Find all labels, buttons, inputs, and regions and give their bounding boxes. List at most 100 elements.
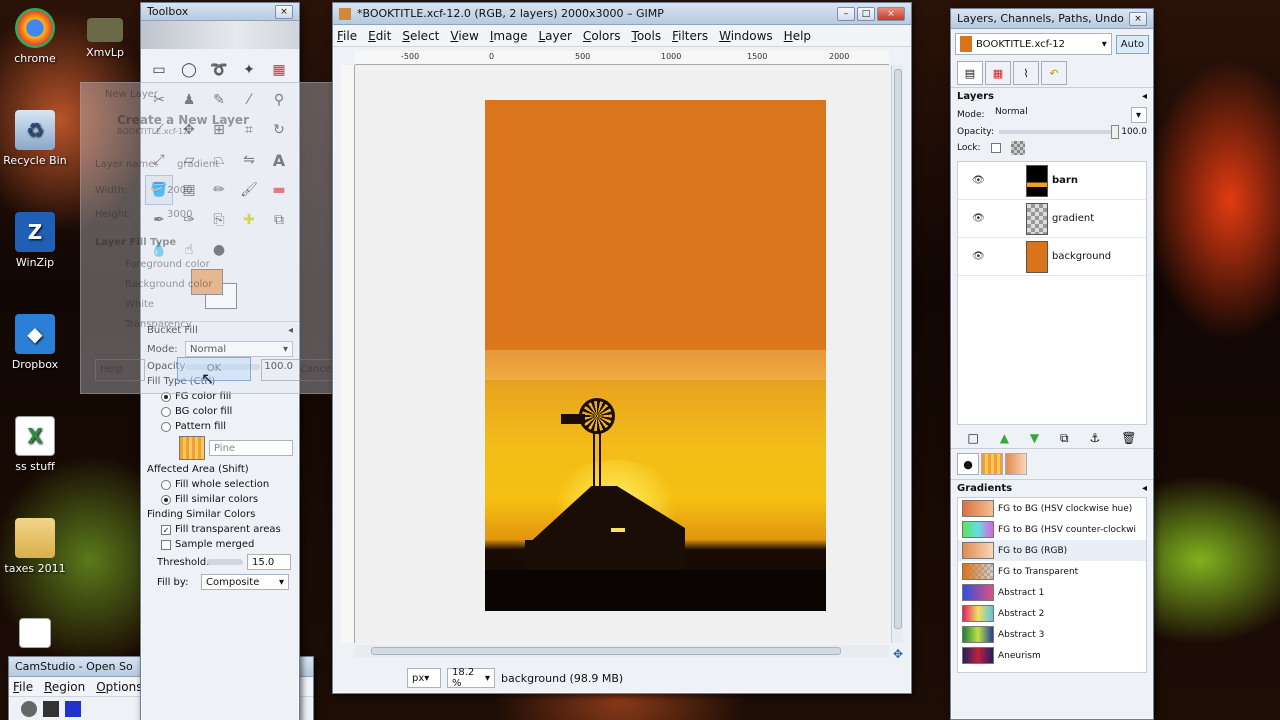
desktop-icon-dropbox[interactable]: ◆ Dropbox (0, 314, 70, 371)
layers-opacity-value[interactable]: 100.0 (1119, 127, 1147, 137)
checkbox-fill-transparent[interactable]: ✓ (161, 524, 171, 535)
option-transparency[interactable]: Transparency (125, 319, 192, 330)
channels-tab-icon[interactable]: ▦ (985, 61, 1011, 85)
menu-file[interactable]: File (337, 29, 357, 43)
pattern-name-field[interactable]: Pine (209, 440, 293, 456)
lock-pixels-checkbox[interactable] (991, 143, 1001, 153)
help-button[interactable]: Help (95, 359, 145, 381)
maximize-icon[interactable]: □ (857, 6, 875, 21)
camstudio-menu-region[interactable]: Region (44, 680, 85, 694)
new-layer-dialog[interactable]: New Layer Create a New Layer BOOKTITLE.x… (80, 82, 350, 394)
radio-bg-fill[interactable] (161, 406, 171, 417)
auto-button[interactable]: Auto (1115, 34, 1149, 54)
gradient-row[interactable]: FG to BG (HSV counter-clockwi (958, 519, 1146, 540)
pattern-fill-option[interactable]: Pattern fill (141, 419, 299, 434)
layers-mode-select[interactable]: Normal ▾ (995, 107, 1147, 123)
height-input[interactable]: 3000 (167, 209, 192, 220)
sample-merged-option[interactable]: Sample merged (141, 537, 299, 552)
panel-menu-icon[interactable]: ◂ (1142, 91, 1147, 102)
menu-view[interactable]: View (450, 29, 478, 43)
option-foreground[interactable]: Foreground color (125, 259, 210, 270)
image-window[interactable]: *BOOKTITLE.xcf-12.0 (RGB, 2 layers) 2000… (332, 2, 912, 694)
layer-row-background[interactable]: 👁 background (958, 238, 1146, 276)
lower-layer-icon[interactable]: ▼ (1030, 431, 1039, 446)
layer-name[interactable]: background (1052, 251, 1111, 262)
desktop-icon-xmvlp[interactable]: XmvLp (70, 18, 140, 59)
delete-layer-icon[interactable]: 🗑 (1121, 431, 1136, 446)
layer-name-input[interactable]: gradient (177, 159, 219, 170)
width-input[interactable]: 2000 (167, 185, 192, 196)
image-canvas[interactable] (485, 100, 826, 611)
gradient-tab-icon[interactable] (1005, 453, 1027, 475)
radio-pattern-fill[interactable] (161, 421, 171, 432)
ellipse-select-icon[interactable]: ◯ (175, 55, 203, 85)
menu-tools[interactable]: Tools (632, 29, 662, 43)
layers-list[interactable]: 👁 barn 👁 gradient 👁 background (957, 161, 1147, 425)
gradient-row[interactable]: FG to BG (HSV clockwise hue) (958, 498, 1146, 519)
desktop-icon-ss-stuff[interactable]: X ss stuff (0, 416, 70, 473)
raise-layer-icon[interactable]: ▲ (1000, 431, 1009, 446)
gradient-row[interactable]: Abstract 3 (958, 624, 1146, 645)
brush-tab-icon[interactable]: ● (957, 453, 979, 475)
panel-menu-icon[interactable]: ◂ (1142, 483, 1147, 494)
layers-window[interactable]: Layers, Channels, Paths, Undo - Br... × … (950, 8, 1154, 720)
bg-fill-option[interactable]: BG color fill (141, 404, 299, 419)
horizontal-scrollbar[interactable] (355, 645, 889, 657)
lasso-icon[interactable]: ➰ (205, 55, 233, 85)
record-icon[interactable] (21, 701, 37, 717)
gradients-list[interactable]: FG to BG (HSV clockwise hue) FG to BG (H… (957, 497, 1147, 673)
scroll-thumb[interactable] (371, 647, 841, 655)
menu-select[interactable]: Select (402, 29, 439, 43)
vertical-ruler[interactable] (341, 65, 355, 643)
layer-name[interactable]: barn (1052, 175, 1078, 186)
anchor-layer-icon[interactable]: ⚓ (1090, 431, 1101, 446)
threshold-input[interactable]: 15.0 (247, 554, 291, 570)
desktop-icon-document[interactable] (0, 618, 70, 652)
lock-alpha-icon[interactable] (1011, 141, 1025, 155)
gradient-row[interactable]: Abstract 1 (958, 582, 1146, 603)
fill-whole-option[interactable]: Fill whole selection (141, 477, 299, 492)
image-selector[interactable]: BOOKTITLE.xcf-12 ▾ (955, 33, 1112, 55)
fill-similar-option[interactable]: Fill similar colors (141, 492, 299, 507)
cancel-button[interactable]: Cancel (261, 359, 339, 381)
gradient-row[interactable]: FG to Transparent (958, 561, 1146, 582)
menu-help[interactable]: Help (784, 29, 811, 43)
pause-icon[interactable] (43, 701, 59, 717)
scroll-thumb[interactable] (894, 69, 902, 629)
pattern-tab-icon[interactable] (981, 453, 1003, 475)
desktop-icon-chrome[interactable]: chrome (0, 8, 70, 65)
layer-name[interactable]: gradient (1052, 213, 1094, 224)
undo-tab-icon[interactable]: ↶ (1041, 61, 1067, 85)
canvas-area[interactable] (355, 65, 889, 643)
layers-titlebar[interactable]: Layers, Channels, Paths, Undo - Br... × (951, 9, 1153, 29)
fill-transparent-option[interactable]: ✓ Fill transparent areas (141, 522, 299, 537)
fill-by-select[interactable]: Composite ▾ (201, 574, 289, 590)
pattern-swatch[interactable] (179, 436, 205, 460)
menu-layer[interactable]: Layer (538, 29, 571, 43)
visibility-eye-icon[interactable]: 👁 (972, 175, 992, 186)
rect-select-icon[interactable]: ▭ (145, 55, 173, 85)
color-select-icon[interactable]: ▦ (265, 55, 293, 85)
gradient-row[interactable]: Aneurism (958, 645, 1146, 666)
gradient-row[interactable]: FG to BG (RGB) (958, 540, 1146, 561)
checkbox-sample-merged[interactable] (161, 539, 171, 550)
minimize-icon[interactable]: – (837, 6, 855, 21)
camstudio-menu-options[interactable]: Options (96, 680, 142, 694)
zoom-select[interactable]: 18.2 % ▾ (447, 667, 495, 689)
unit-select[interactable]: px ▾ (407, 668, 441, 688)
desktop-icon-winzip[interactable]: Z WinZip (0, 212, 70, 269)
toolbox-titlebar[interactable]: Toolbox × (141, 3, 299, 21)
menu-edit[interactable]: Edit (368, 29, 391, 43)
close-icon[interactable]: × (877, 6, 905, 21)
visibility-eye-icon[interactable]: 👁 (972, 251, 992, 262)
desktop-icon-taxes-2011[interactable]: taxes 2011 (0, 518, 70, 575)
camstudio-menu-file[interactable]: File (13, 680, 33, 694)
layer-row-gradient[interactable]: 👁 gradient (958, 200, 1146, 238)
radio-fill-whole[interactable] (161, 479, 171, 490)
gradient-row[interactable]: Abstract 2 (958, 603, 1146, 624)
duplicate-layer-icon[interactable]: ⧉ (1060, 431, 1069, 446)
stop-icon[interactable] (65, 701, 81, 717)
option-white[interactable]: White (125, 299, 154, 310)
layer-row-barn[interactable]: 👁 barn (958, 162, 1146, 200)
visibility-eye-icon[interactable]: 👁 (972, 213, 992, 224)
